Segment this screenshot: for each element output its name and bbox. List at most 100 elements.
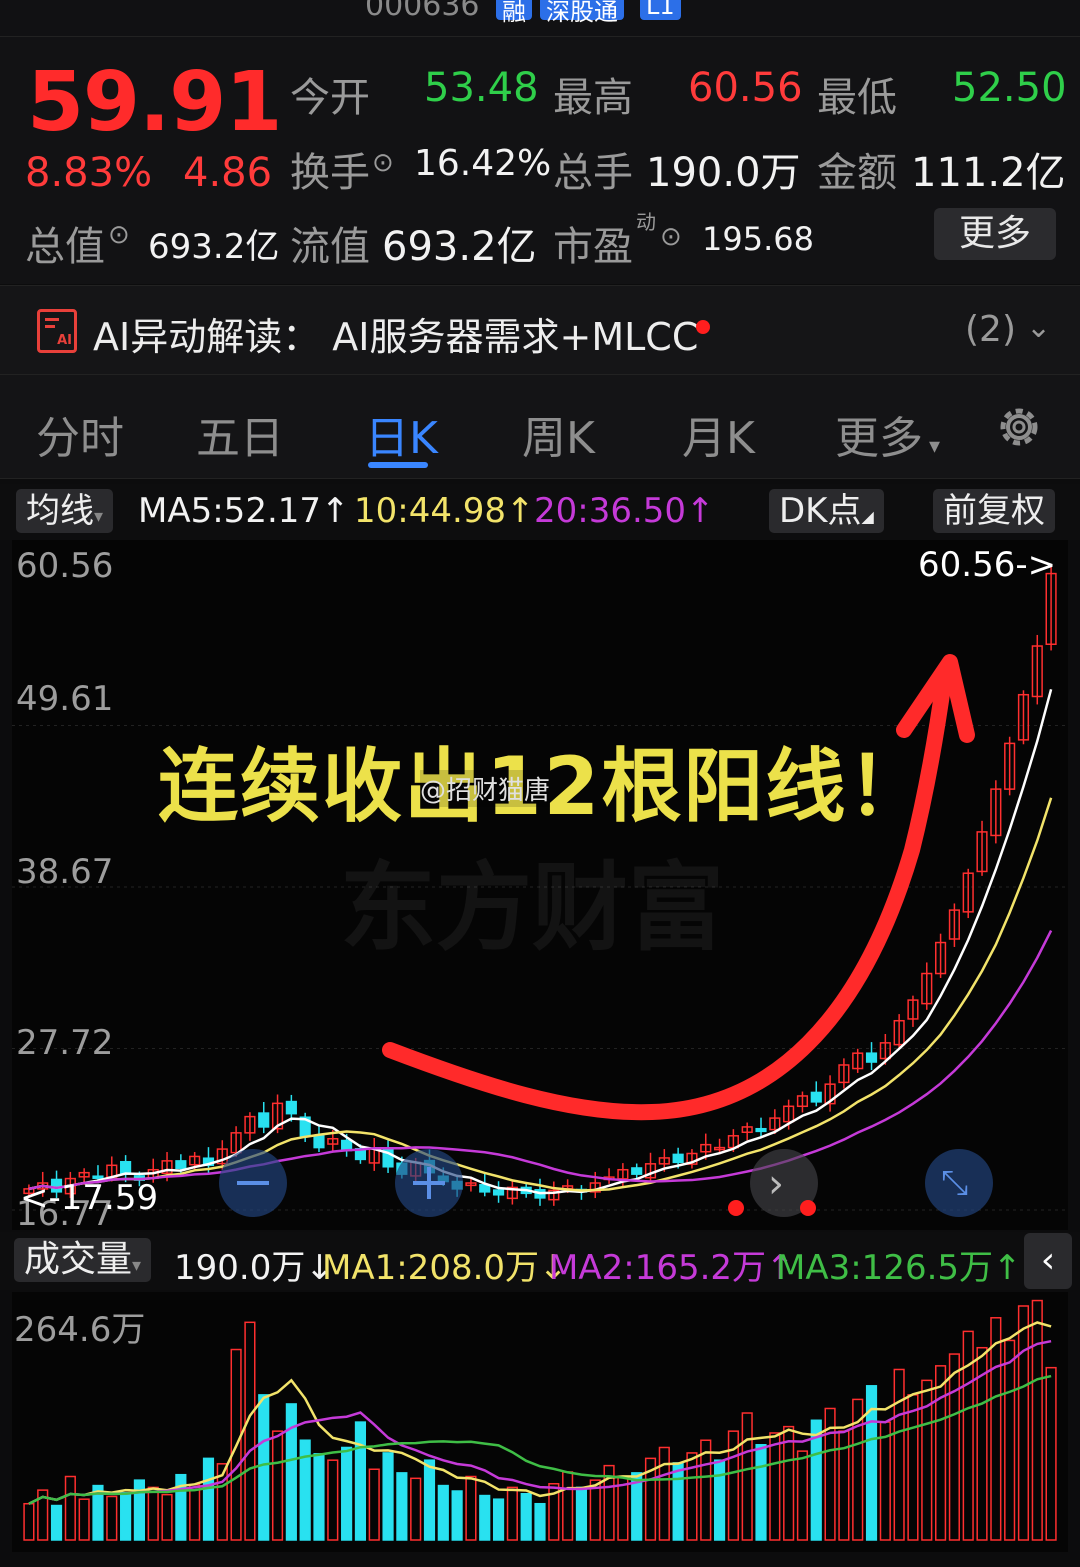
active-tab-indicator (368, 462, 428, 468)
vol-ma1: MA1:208.0万↓ (322, 1248, 568, 1288)
caret-down-icon: ▾ (929, 434, 941, 459)
high-label: 最高 (553, 75, 633, 121)
volume-bar (23, 1502, 35, 1541)
tab-more[interactable]: 更多 ▾ (835, 402, 940, 466)
tab-monthly-k[interactable]: 月K (682, 402, 755, 466)
volume-bar (423, 1459, 436, 1541)
info-icon[interactable]: ⊙ (660, 222, 682, 252)
candle-body (865, 1052, 878, 1063)
unread-dot (696, 320, 710, 334)
chevron-down-icon[interactable]: ⌄ (1026, 310, 1051, 345)
volume-bar (713, 1459, 726, 1541)
zoom-in-button[interactable] (395, 1149, 463, 1217)
expand-icon: ⤡ (941, 1163, 969, 1203)
candle (686, 1149, 698, 1169)
tag-connect: 深股通 (540, 0, 624, 26)
ma20-readout: 20:36.50↑ (534, 491, 715, 531)
info-icon[interactable]: ⊙ (372, 148, 394, 178)
dk-point-button[interactable]: DK点◢ (769, 489, 884, 533)
ma-selector-label: 均线 (26, 491, 94, 531)
last-price: 59.91 (27, 55, 282, 150)
volume-bar (948, 1353, 960, 1541)
candle (852, 1048, 864, 1073)
info-icon[interactable]: ⊙ (108, 220, 130, 250)
gear-icon[interactable] (993, 401, 1045, 453)
ma-selector[interactable]: 均线▾ (16, 489, 114, 533)
candle-body (631, 1167, 643, 1175)
collapse-button[interactable]: ‹ (1024, 1233, 1072, 1289)
candle (962, 868, 974, 919)
candle-body (120, 1161, 132, 1175)
volume-bar (1031, 1299, 1043, 1541)
candle-body (492, 1189, 505, 1196)
candle (948, 903, 960, 947)
volume-bar (50, 1504, 63, 1541)
candle (368, 1138, 380, 1171)
y-tick: 60.56 (16, 546, 114, 586)
change-amount: 4.86 (183, 150, 273, 196)
volume-bar (783, 1425, 795, 1541)
volume-bar (907, 1394, 919, 1541)
candle (244, 1112, 256, 1141)
volume-bar (258, 1394, 270, 1541)
candle (935, 933, 947, 978)
ma10-readout: 10:44.98↑ (354, 491, 535, 531)
volume-svg (23, 1299, 1057, 1541)
tag-margin: 融 (496, 0, 532, 26)
candle-body (755, 1127, 767, 1133)
candle (644, 1152, 657, 1183)
open-value: 53.48 (424, 65, 539, 111)
volume-bar (1045, 1366, 1057, 1541)
volume-bar (202, 1457, 215, 1541)
volume-bar (64, 1475, 76, 1541)
volume-bar (78, 1498, 90, 1541)
volume-selector[interactable]: 成交量▾ (14, 1238, 152, 1282)
volume-bar (244, 1321, 256, 1541)
tab-daily-k[interactable]: 日K (365, 402, 438, 466)
volume-bar (354, 1421, 367, 1541)
tag-level: L1 (640, 0, 681, 20)
volume-chart[interactable] (12, 1292, 1068, 1552)
vol-ma3: MA3:126.5万↑ (776, 1248, 1022, 1288)
ma5-readout: MA5:52.17↑ (138, 491, 350, 531)
more-quote-button[interactable]: 更多 (934, 208, 1056, 260)
low-marker: <-17.59 (20, 1178, 159, 1218)
caret-down-icon: ▾ (94, 506, 104, 527)
candle (893, 1014, 905, 1050)
dk-point-label: DK点 (779, 491, 862, 531)
candle (865, 1042, 878, 1071)
zoom-out-button[interactable] (219, 1149, 287, 1217)
tab-more-label: 更多 (835, 413, 923, 464)
ai-document-icon: AI (37, 309, 77, 353)
tab-five-day[interactable]: 五日 (196, 402, 284, 466)
candle (824, 1075, 836, 1112)
candle-body (258, 1112, 270, 1128)
corner-triangle-icon: ◢ (861, 507, 874, 526)
candle (976, 820, 988, 876)
low-value: 52.50 (952, 65, 1067, 111)
volume-bar (382, 1452, 394, 1541)
chevron-right-icon: › (768, 1161, 784, 1207)
weibo-credit: @招财猫唐 (420, 770, 551, 807)
volume-bar (506, 1486, 518, 1541)
volume-bar (161, 1493, 173, 1541)
candle (796, 1091, 809, 1113)
turnover-label: 换手 (290, 150, 370, 196)
open-label: 今开 (290, 75, 370, 121)
candle-body (313, 1135, 325, 1149)
adjust-button[interactable]: 前复权 (933, 489, 1055, 533)
volume-bar (796, 1450, 809, 1541)
candle (465, 1178, 477, 1192)
volume-bar (313, 1453, 325, 1541)
pe-label: 市盈 (553, 224, 633, 270)
volume-bar (368, 1468, 380, 1541)
fullscreen-button[interactable]: ⤡ (925, 1149, 993, 1217)
tab-intraday[interactable]: 分时 (36, 402, 124, 466)
volume-bar (658, 1446, 670, 1541)
y-tick: 38.67 (16, 852, 114, 892)
vol-ma2: MA2:165.2万↑ (549, 1248, 795, 1288)
tab-weekly-k[interactable]: 周K (522, 402, 595, 466)
candle (838, 1058, 850, 1089)
candle-body (175, 1160, 187, 1170)
signal-dot (728, 1200, 744, 1216)
